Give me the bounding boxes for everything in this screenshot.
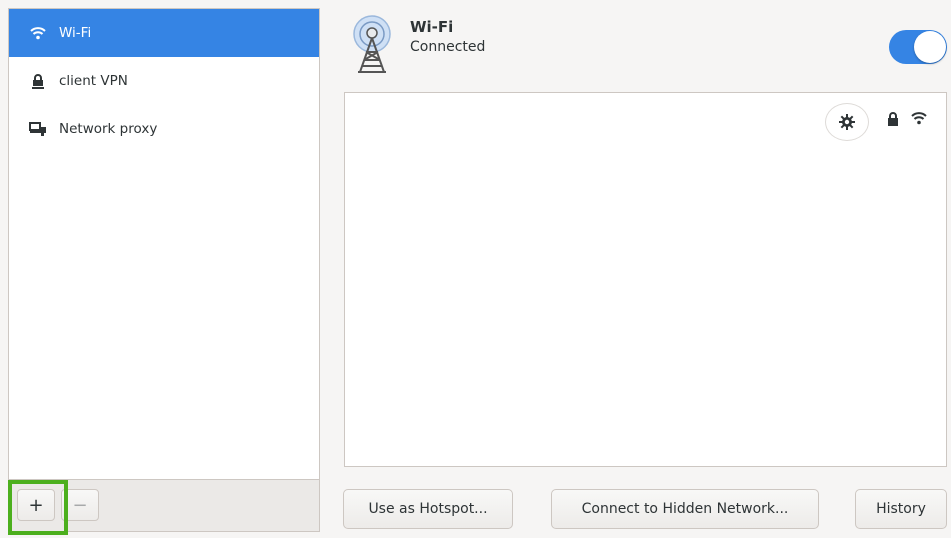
toggle-knob (914, 31, 946, 63)
network-proxy-icon (29, 120, 47, 138)
connection-status: Connected (410, 39, 486, 55)
sidebar-item-label: client VPN (59, 73, 128, 89)
wifi-icon (29, 24, 47, 42)
network-list (344, 92, 947, 467)
wifi-toggle-switch[interactable] (889, 30, 947, 64)
remove-connection-button[interactable]: − (61, 489, 99, 521)
add-connection-button[interactable]: + (17, 489, 55, 521)
sidebar-item-label: Wi-Fi (59, 25, 92, 41)
use-as-hotspot-button[interactable]: Use as Hotspot... (343, 489, 513, 529)
signal-icon (911, 111, 927, 129)
sidebar-item-network-proxy[interactable]: Network proxy (9, 105, 319, 153)
sidebar-item-label: Network proxy (59, 121, 158, 137)
sidebar-toolbar: + − (8, 480, 320, 532)
vpn-lock-icon (29, 72, 47, 90)
sidebar: Wi-Fi client VPN Network proxy (8, 8, 320, 480)
history-button[interactable]: History (855, 489, 947, 529)
sidebar-item-wifi[interactable]: Wi-Fi (9, 9, 319, 57)
gear-icon[interactable] (825, 103, 869, 141)
page-title: Wi-Fi (410, 18, 454, 36)
wifi-tower-icon (346, 14, 398, 76)
connect-hidden-network-button[interactable]: Connect to Hidden Network... (551, 489, 819, 529)
lock-icon (886, 111, 900, 131)
sidebar-item-client-vpn[interactable]: client VPN (9, 57, 319, 105)
